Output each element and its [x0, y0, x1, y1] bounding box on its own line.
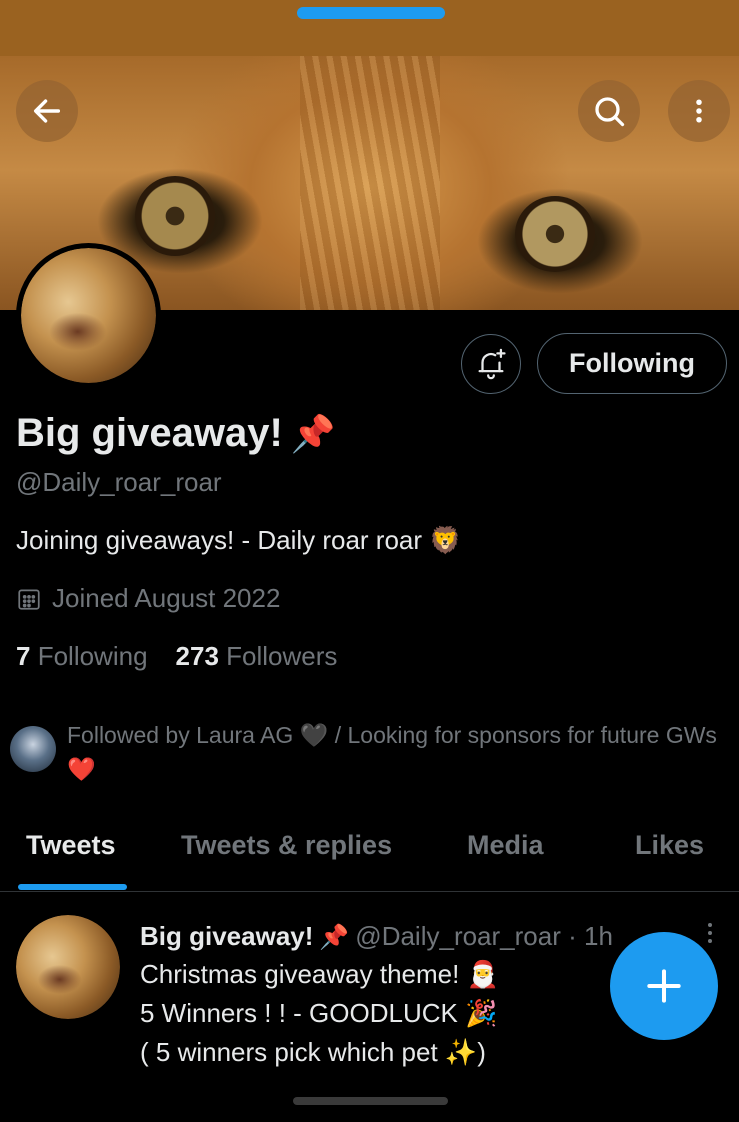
tweet-text-line: Christmas giveaway theme! 🎅	[140, 959, 499, 989]
status-bar-pill	[297, 7, 445, 19]
profile-name-text: Big giveaway!	[16, 411, 283, 455]
back-button[interactable]	[16, 80, 78, 142]
following-label: Following	[37, 641, 148, 671]
joined-date: Joined August 2022	[16, 583, 280, 614]
following-count: 7	[16, 641, 31, 671]
pin-emoji: 📌	[290, 413, 336, 454]
compose-plus-icon	[647, 969, 681, 1003]
profile-stats: 7 Following 273 Followers	[16, 641, 337, 672]
profile-tabs: Tweets Tweets & replies Media Likes	[0, 812, 739, 892]
profile-avatar[interactable]	[16, 243, 161, 388]
following-button[interactable]: Following	[537, 333, 727, 394]
joined-text: Joined August 2022	[52, 583, 281, 613]
tab-tweets-replies[interactable]: Tweets & replies	[181, 830, 392, 861]
active-tab-indicator	[18, 884, 127, 890]
notifications-button[interactable]	[461, 334, 521, 394]
bell-plus-icon	[478, 348, 506, 380]
followers-label: Followers	[226, 641, 338, 671]
status-bar	[0, 0, 739, 56]
tab-likes[interactable]: Likes	[635, 830, 704, 861]
following-stat[interactable]: 7 Following	[16, 641, 148, 671]
profile-handle: @Daily_roar_roar	[16, 467, 222, 497]
back-arrow-icon	[33, 99, 61, 123]
search-button[interactable]	[578, 80, 640, 142]
tweet-text-line: ( 5 winners pick which pet ✨)	[140, 1037, 486, 1067]
banner-lion-eye-right	[515, 196, 595, 272]
more-vertical-icon	[696, 99, 702, 123]
profile-name: Big giveaway! 📌	[16, 411, 336, 456]
tweet-lion-avatar-image	[16, 915, 120, 1019]
home-indicator[interactable]	[293, 1097, 448, 1105]
followers-count: 273	[175, 641, 219, 671]
followed-by-text: Followed by Laura AG 🖤 / Looking for spo…	[67, 722, 717, 782]
lion-avatar-image	[21, 248, 156, 383]
tweet-author-emoji: 📌	[319, 924, 350, 951]
tweet-header: Big giveaway! 📌 @Daily_roar_roar · 1h	[140, 921, 613, 952]
followers-stat[interactable]: 273 Followers	[176, 641, 338, 671]
tab-media[interactable]: Media	[467, 830, 544, 861]
tab-tweets[interactable]: Tweets	[26, 830, 116, 861]
compose-tweet-button[interactable]	[610, 932, 718, 1040]
banner-fur-texture	[300, 56, 440, 310]
more-options-button[interactable]	[668, 80, 730, 142]
calendar-icon	[18, 588, 40, 610]
profile-bio: Joining giveaways! - Daily roar roar 🦁	[16, 525, 462, 555]
tweet-author: Big giveaway!	[140, 921, 314, 951]
tweet-handle-time: @Daily_roar_roar · 1h	[355, 921, 613, 951]
follower-avatar	[10, 726, 56, 772]
tweet-more-icon[interactable]	[700, 921, 720, 945]
search-icon	[595, 97, 625, 127]
tweet-avatar[interactable]	[16, 915, 120, 1019]
tweet-text-line: 5 Winners ! ! - GOODLUCK 🎉	[140, 998, 498, 1028]
banner-lion-eye-left	[135, 176, 215, 256]
